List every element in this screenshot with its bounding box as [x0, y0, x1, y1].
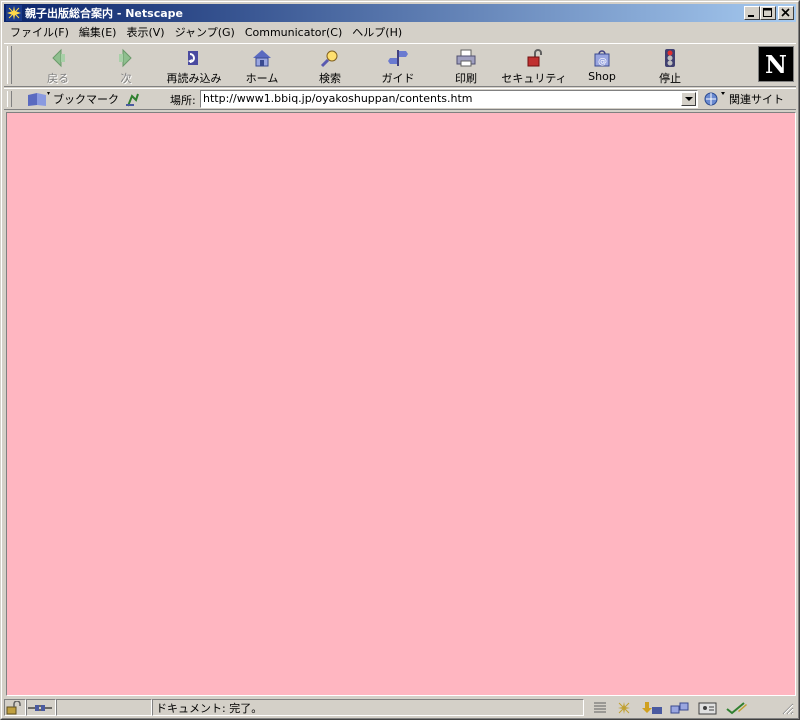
security-button[interactable]: セキュリティ: [500, 44, 568, 86]
related-sites-label: 関連サイト: [729, 93, 784, 106]
netscape-app-icon: [6, 5, 22, 21]
bookmarks-book-icon: [28, 92, 50, 106]
progress-cell: [56, 699, 152, 716]
minimize-icon: [748, 15, 754, 17]
status-message: ドキュメント: 完了。: [156, 701, 263, 715]
connection-plug-icon: [28, 704, 52, 711]
address-book-icon[interactable]: [696, 701, 720, 715]
maximize-button[interactable]: [760, 6, 776, 20]
stop-icon: [665, 49, 675, 67]
shop-label: Shop: [588, 70, 616, 83]
shop-bag-icon: @: [594, 50, 610, 67]
close-icon: [781, 8, 790, 17]
netscape-throbber-logo[interactable]: N: [758, 46, 794, 82]
nav-buttons: 戻る 次 再読み込み ホーム 検索 ガイド 印刷 セキュリティ @ Shop 停…: [24, 44, 704, 86]
page-content[interactable]: [6, 112, 796, 696]
guide-icon: [388, 50, 408, 66]
location-toolbar-grip[interactable]: [6, 91, 12, 107]
resize-grip-icon[interactable]: [780, 701, 794, 715]
forward-label: 次: [120, 72, 132, 85]
location-label: 場所:: [170, 94, 196, 107]
logo-letter: N: [765, 49, 787, 79]
forward-arrow-icon: [119, 48, 132, 68]
online-status-cell[interactable]: [26, 699, 56, 716]
close-button[interactable]: [778, 6, 794, 20]
related-sites-button[interactable]: 関連サイト: [702, 90, 784, 108]
minimize-button[interactable]: [744, 6, 760, 20]
search-icon: [320, 50, 338, 68]
status-bar: ドキュメント: 完了。: [4, 698, 796, 717]
security-label: セキュリティ: [501, 72, 567, 85]
search-label: 検索: [319, 72, 341, 85]
component-bar: [590, 701, 750, 715]
print-button[interactable]: 印刷: [432, 44, 500, 86]
back-label: 戻る: [47, 72, 69, 85]
reload-button[interactable]: 再読み込み: [160, 44, 228, 86]
home-button[interactable]: ホーム: [228, 44, 296, 86]
search-button[interactable]: 検索: [296, 44, 364, 86]
print-icon: [456, 49, 476, 67]
svg-text:@: @: [598, 57, 607, 67]
navigator-icon[interactable]: [612, 701, 636, 715]
location-toolbar: ブックマーク 場所: 関連サイト: [4, 88, 796, 110]
window-controls: [744, 6, 794, 20]
url-input[interactable]: [201, 91, 679, 106]
bookmarks-button[interactable]: ブックマーク: [26, 90, 119, 108]
title-bar[interactable]: 親子出版総合案内 - Netscape: [4, 4, 796, 22]
home-icon: [253, 50, 271, 67]
bookmarks-label: ブックマーク: [53, 93, 119, 106]
toolbar-grip[interactable]: [6, 46, 12, 84]
page-proxy-icon[interactable]: [124, 90, 142, 108]
menu-help[interactable]: ヘルプ(H): [347, 24, 407, 41]
reload-icon: [188, 51, 198, 65]
menu-file[interactable]: ファイル(F): [4, 24, 74, 41]
shop-button[interactable]: @ Shop: [568, 44, 636, 86]
location-field[interactable]: [200, 90, 698, 108]
menu-bar: ファイル(F) 編集(E) 表示(V) ジャンプ(G) Communicator…: [4, 23, 796, 42]
menu-go[interactable]: ジャンプ(G): [170, 24, 240, 41]
menu-communicator[interactable]: Communicator(C): [240, 24, 347, 41]
guide-label: ガイド: [381, 72, 415, 85]
forward-button[interactable]: 次: [92, 44, 160, 86]
stop-label: 停止: [659, 72, 681, 85]
home-label: ホーム: [245, 72, 279, 85]
window-title: 親子出版総合案内 - Netscape: [25, 7, 183, 20]
reload-label: 再読み込み: [166, 72, 222, 85]
stop-button[interactable]: 停止: [636, 44, 704, 86]
browser-window: 親子出版総合案内 - Netscape ファイル(F) 編集(E) 表示(V) …: [0, 0, 800, 720]
menu-view[interactable]: 表示(V): [121, 24, 169, 41]
component-bar-grip-icon[interactable]: [592, 701, 608, 715]
related-sites-icon: [704, 92, 725, 106]
security-lock-icon: [527, 49, 542, 67]
back-button[interactable]: 戻る: [24, 44, 92, 86]
maximize-icon: [763, 8, 772, 17]
newsgroups-icon[interactable]: [668, 701, 692, 715]
menu-edit[interactable]: 編集(E): [74, 24, 122, 41]
status-message-cell: ドキュメント: 完了。: [152, 699, 584, 716]
guide-button[interactable]: ガイド: [364, 44, 432, 86]
composer-icon[interactable]: [724, 701, 748, 715]
url-history-dropdown[interactable]: [681, 92, 696, 106]
back-arrow-icon: [52, 48, 65, 68]
navigation-toolbar: 戻る 次 再読み込み ホーム 検索 ガイド 印刷 セキュリティ @ Shop 停…: [4, 43, 796, 87]
security-padlock-icon: [6, 700, 21, 714]
mail-icon[interactable]: [640, 701, 664, 715]
security-status-cell[interactable]: [4, 699, 26, 716]
print-label: 印刷: [455, 72, 477, 85]
